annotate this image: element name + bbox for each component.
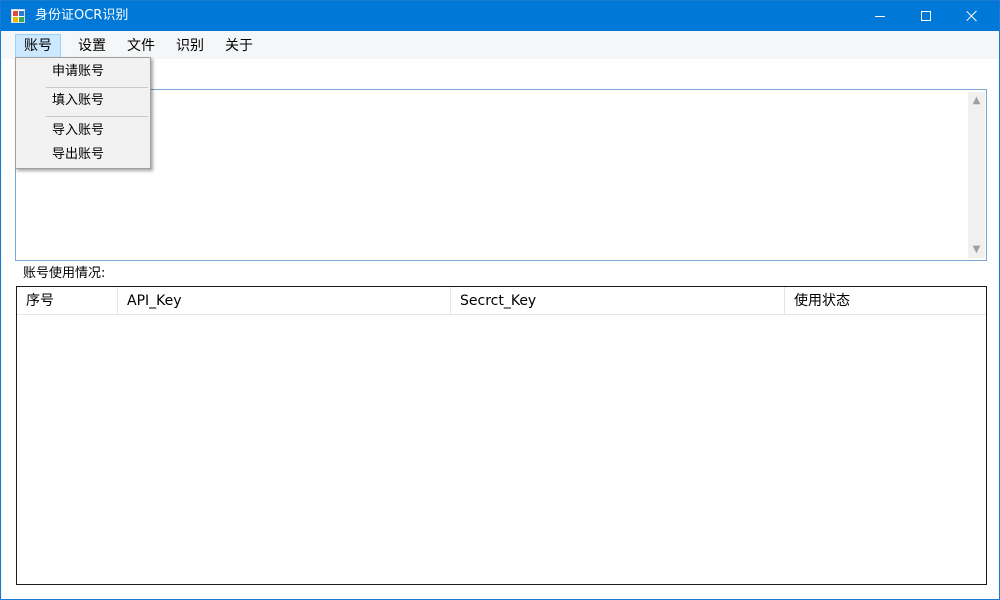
- app-window: 身份证OCR识别 账号 设置 文件 识别 关于 ▲ ▼ 账号使用情况: 序号 A…: [0, 0, 1000, 600]
- menu-about[interactable]: 关于: [216, 34, 262, 58]
- scroll-down-icon[interactable]: ▼: [968, 241, 985, 258]
- menu-item-export-account[interactable]: 导出账号: [52, 144, 104, 166]
- column-header-status[interactable]: 使用状态: [785, 287, 986, 314]
- menu-file[interactable]: 文件: [118, 34, 164, 58]
- minimize-button[interactable]: [857, 1, 903, 31]
- menu-gutter: [17, 59, 39, 167]
- menu-settings[interactable]: 设置: [69, 34, 115, 58]
- menu-item-import-account[interactable]: 导入账号: [52, 120, 104, 142]
- textbox-scrollbar[interactable]: ▲ ▼: [968, 92, 985, 258]
- title-bar[interactable]: 身份证OCR识别: [1, 1, 999, 31]
- account-textbox[interactable]: [15, 89, 987, 261]
- window-title: 身份证OCR识别: [35, 8, 129, 23]
- menu-account[interactable]: 账号: [15, 34, 61, 58]
- close-icon: [966, 10, 978, 22]
- menu-item-fill-account[interactable]: 填入账号: [52, 90, 104, 112]
- app-icon: [11, 9, 25, 23]
- usage-label: 账号使用情况:: [23, 266, 106, 281]
- menu-separator: [46, 116, 148, 117]
- table-header: 序号 API_Key Secrct_Key 使用状态: [17, 287, 986, 315]
- maximize-icon: [921, 11, 931, 21]
- account-dropdown-menu: 申请账号 填入账号 导入账号 导出账号: [15, 57, 151, 169]
- close-button[interactable]: [949, 1, 995, 31]
- minimize-icon: [875, 15, 885, 17]
- account-usage-table[interactable]: 序号 API_Key Secrct_Key 使用状态: [16, 286, 987, 585]
- column-header-api-key[interactable]: API_Key: [118, 287, 451, 314]
- maximize-button[interactable]: [903, 1, 949, 31]
- scroll-up-icon[interactable]: ▲: [968, 92, 985, 109]
- menu-bar: 账号 设置 文件 识别 关于: [1, 31, 999, 59]
- menu-recognize[interactable]: 识别: [167, 34, 213, 58]
- column-header-index[interactable]: 序号: [17, 287, 118, 314]
- column-header-secret-key[interactable]: Secrct_Key: [451, 287, 785, 314]
- menu-separator: [46, 87, 148, 88]
- menu-item-apply-account[interactable]: 申请账号: [52, 61, 104, 83]
